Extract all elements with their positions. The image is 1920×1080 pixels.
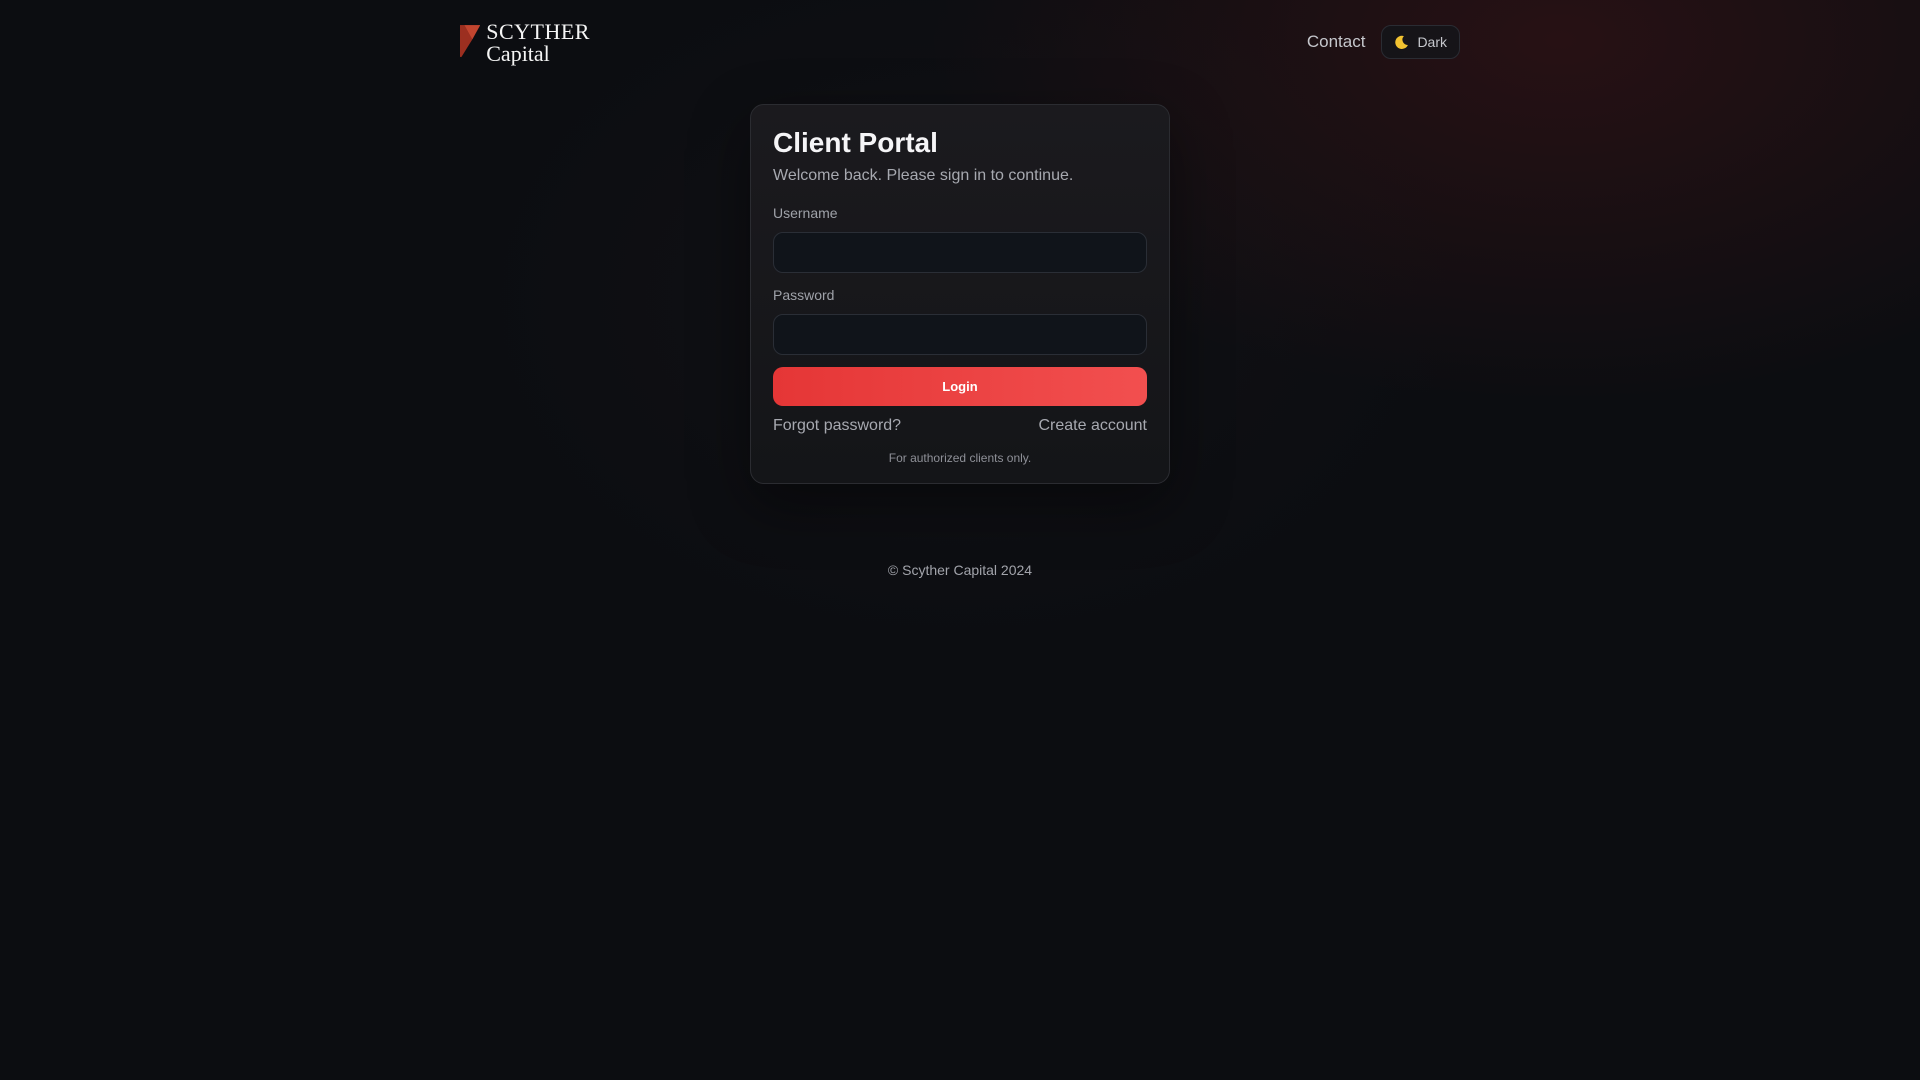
welcome-subtitle: Welcome back. Please sign in to continue… xyxy=(773,166,1074,184)
auth-links: Forgot password? Create account xyxy=(773,417,1147,435)
footer-copyright: © Scyther Capital 2024 xyxy=(887,562,1033,578)
username-input[interactable] xyxy=(773,231,1147,273)
brand-wordmark: SCYTHER Capital xyxy=(486,19,590,65)
brand-name-line2: Capital xyxy=(486,41,550,66)
authorized-notice: For authorized clients only. xyxy=(888,450,1032,465)
login-card: Client Portal Welcome back. Please sign … xyxy=(750,104,1170,484)
forgot-password-link[interactable]: Forgot password? xyxy=(773,417,901,435)
theme-toggle-label: Dark xyxy=(1417,34,1447,50)
brand-logo[interactable]: SCYTHER Capital xyxy=(460,19,590,65)
top-nav: Contact Dark xyxy=(1307,25,1460,59)
site-header: SCYTHER Capital Contact Dark xyxy=(0,0,1920,85)
moon-icon xyxy=(1395,35,1409,49)
theme-toggle-button[interactable]: Dark xyxy=(1381,25,1460,59)
create-account-link[interactable]: Create account xyxy=(1038,417,1147,435)
scyther-logo-icon xyxy=(460,25,481,57)
page-title: Client Portal xyxy=(773,127,938,158)
password-input[interactable] xyxy=(773,313,1147,355)
username-label: Username xyxy=(773,204,838,221)
password-label: Password xyxy=(773,286,835,303)
contact-link[interactable]: Contact xyxy=(1307,32,1366,52)
login-button[interactable]: Login xyxy=(773,366,1147,406)
brand-name-line1: SCYTHER xyxy=(486,19,590,44)
